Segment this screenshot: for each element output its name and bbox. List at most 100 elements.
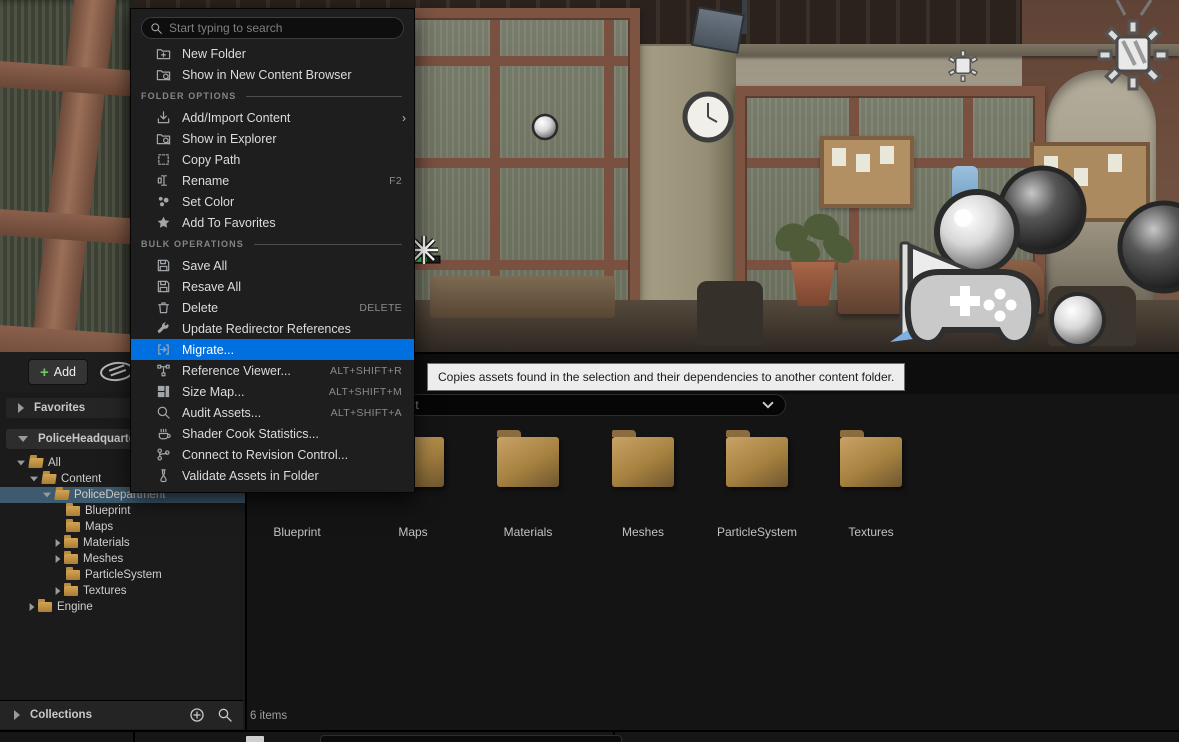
delete-icon bbox=[156, 300, 171, 315]
wrench-icon bbox=[156, 321, 171, 336]
migrate-icon bbox=[156, 342, 171, 357]
add-collection-icon[interactable] bbox=[189, 707, 205, 723]
tree-item-maps[interactable]: Maps bbox=[0, 519, 245, 535]
folder-icon bbox=[64, 554, 78, 564]
reflection-sphere-sprite[interactable] bbox=[1120, 203, 1179, 291]
menu-item-add-to-favorites[interactable]: Add To Favorites bbox=[131, 212, 414, 233]
menu-section-header: BULK OPERATIONS bbox=[131, 233, 414, 255]
copy-path-icon bbox=[156, 152, 171, 167]
folder-icon bbox=[38, 602, 52, 612]
favorite-icon bbox=[156, 215, 171, 230]
migrate-tooltip: Copies assets found in the selection and… bbox=[427, 363, 905, 391]
collections-label: Collections bbox=[30, 709, 189, 721]
folder-icon bbox=[66, 522, 80, 532]
save-icon bbox=[156, 258, 171, 273]
asset-folder-meshes[interactable]: Meshes bbox=[593, 431, 693, 551]
folder-icon bbox=[64, 538, 78, 548]
menu-item-rename[interactable]: RenameF2 bbox=[131, 170, 414, 191]
bottom-drawer-bar bbox=[0, 730, 1179, 742]
reflection-sphere-sprite[interactable] bbox=[533, 115, 557, 139]
add-button-label: Add bbox=[54, 365, 76, 379]
menu-item-connect-to-revision-control[interactable]: Connect to Revision Control... bbox=[131, 444, 414, 465]
folder-icon bbox=[66, 506, 80, 516]
folder-icon bbox=[41, 474, 56, 484]
light-sprite[interactable] bbox=[1099, 0, 1167, 89]
collapse-arrow-icon[interactable] bbox=[18, 436, 28, 442]
expand-arrow-icon[interactable] bbox=[30, 603, 35, 611]
drawer-icon[interactable] bbox=[246, 736, 264, 742]
menu-search-placeholder: Start typing to search bbox=[169, 21, 282, 35]
menu-section-header: FOLDER OPTIONS bbox=[131, 85, 414, 107]
menu-item-show-in-explorer[interactable]: Show in Explorer bbox=[131, 128, 414, 149]
unreal-editor-window: + Add Search PoliceDepartment Favorites … bbox=[0, 0, 1179, 742]
expand-arrow-icon[interactable] bbox=[56, 555, 61, 563]
expand-arrow-icon[interactable] bbox=[18, 403, 24, 413]
submenu-arrow-icon: › bbox=[402, 111, 406, 125]
gamepad-sprite[interactable] bbox=[908, 272, 1034, 343]
menu-item-copy-path[interactable]: Copy Path bbox=[131, 149, 414, 170]
favorites-label: Favorites bbox=[34, 402, 85, 414]
menu-item-validate-assets-in-folder[interactable]: Validate Assets in Folder bbox=[131, 465, 414, 486]
folder-icon bbox=[54, 490, 69, 500]
collapse-arrow-icon[interactable] bbox=[17, 461, 25, 466]
set-color-icon bbox=[156, 194, 171, 209]
new-folder-icon bbox=[156, 46, 171, 61]
tree-item-blueprint[interactable]: Blueprint bbox=[0, 503, 245, 519]
folder-context-menu: Start typing to search New FolderShow in… bbox=[130, 8, 415, 493]
menu-item-audit-assets[interactable]: Audit Assets...ALT+SHIFT+A bbox=[131, 402, 414, 423]
add-button[interactable]: + Add bbox=[28, 359, 88, 385]
folder-icon bbox=[28, 458, 43, 468]
folder-icon bbox=[726, 437, 788, 487]
scene-wall-clock bbox=[685, 94, 731, 140]
collections-section[interactable]: Collections bbox=[0, 700, 243, 729]
asset-folder-textures[interactable]: Textures bbox=[821, 431, 921, 551]
asset-folder-materials[interactable]: Materials bbox=[478, 431, 578, 551]
menu-item-show-in-new-content-browser[interactable]: Show in New Content Browser bbox=[131, 64, 414, 85]
item-count-status: 6 items bbox=[250, 710, 287, 722]
collapse-arrow-icon[interactable] bbox=[30, 477, 38, 482]
reflection-sphere-sprite[interactable] bbox=[1052, 294, 1104, 346]
shader-icon bbox=[156, 426, 171, 441]
menu-search-input[interactable]: Start typing to search bbox=[141, 17, 404, 39]
rename-icon bbox=[156, 173, 171, 188]
menu-item-shader-cook-statistics[interactable]: Shader Cook Statistics... bbox=[131, 423, 414, 444]
show-browser-icon bbox=[156, 67, 171, 82]
expand-arrow-icon[interactable] bbox=[14, 710, 20, 720]
folder-icon bbox=[497, 437, 559, 487]
menu-item-reference-viewer[interactable]: Reference Viewer...ALT+SHIFT+R bbox=[131, 360, 414, 381]
menu-item-set-color[interactable]: Set Color bbox=[131, 191, 414, 212]
menu-item-new-folder[interactable]: New Folder bbox=[131, 43, 414, 64]
validate-icon bbox=[156, 468, 171, 483]
show-browser-icon bbox=[156, 131, 171, 146]
expand-arrow-icon[interactable] bbox=[56, 539, 61, 547]
menu-item-delete[interactable]: DeleteDELETE bbox=[131, 297, 414, 318]
folder-icon bbox=[840, 437, 902, 487]
menu-item-migrate[interactable]: Migrate... bbox=[131, 339, 414, 360]
menu-item-save-all[interactable]: Save All bbox=[131, 255, 414, 276]
menu-item-resave-all[interactable]: Resave All bbox=[131, 276, 414, 297]
tree-item-textures[interactable]: Textures bbox=[0, 583, 245, 599]
audit-icon bbox=[156, 405, 171, 420]
menu-item-size-map[interactable]: Size Map...ALT+SHIFT+M bbox=[131, 381, 414, 402]
menu-item-update-redirector-references[interactable]: Update Redirector References bbox=[131, 318, 414, 339]
search-icon bbox=[150, 22, 163, 35]
expand-arrow-icon[interactable] bbox=[56, 587, 61, 595]
menu-item-add-import-content[interactable]: Add/Import Content› bbox=[131, 107, 414, 128]
folder-icon bbox=[64, 586, 78, 596]
folder-icon bbox=[66, 570, 80, 580]
collapse-arrow-icon[interactable] bbox=[43, 493, 51, 498]
save-icon bbox=[156, 279, 171, 294]
import-icon bbox=[156, 110, 171, 125]
reference-icon bbox=[156, 363, 171, 378]
search-collections-icon[interactable] bbox=[217, 707, 233, 723]
tree-item-materials[interactable]: Materials bbox=[0, 535, 245, 551]
tree-item-particlesystem[interactable]: ParticleSystem bbox=[0, 567, 245, 583]
console-input[interactable] bbox=[320, 735, 622, 742]
asset-folder-particlesystem[interactable]: ParticleSystem bbox=[707, 431, 807, 551]
tree-item-engine[interactable]: Engine bbox=[0, 599, 245, 615]
folder-icon bbox=[612, 437, 674, 487]
size-map-icon bbox=[156, 384, 171, 399]
tree-item-meshes[interactable]: Meshes bbox=[0, 551, 245, 567]
chevron-down-icon[interactable] bbox=[761, 398, 775, 412]
light-sprite[interactable] bbox=[949, 51, 977, 82]
